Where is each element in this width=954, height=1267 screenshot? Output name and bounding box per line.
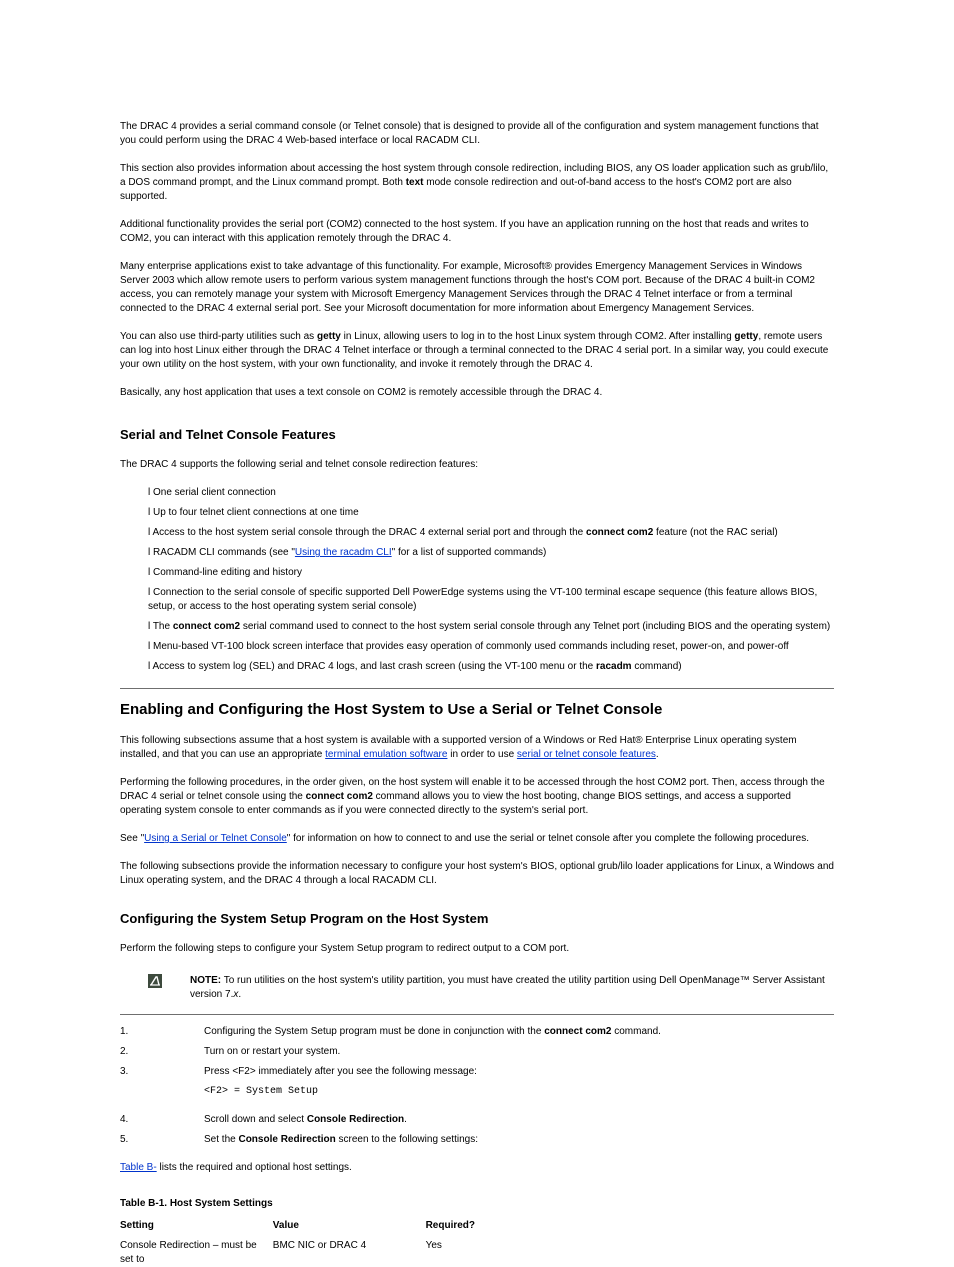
table-cell: BMC NIC or DRAC 4 [273,1239,423,1253]
intro-paragraph-4: Many enterprise applications exist to ta… [120,260,834,316]
table-caption: Table B-1. Host System Settings [120,1197,834,1211]
enable-paragraph-3: See "Using a Serial or Telnet Console" f… [120,832,834,846]
link-racadm-cli[interactable]: Using the racadm CLI [295,547,392,558]
note-text: NOTE: To run utilities on the host syste… [190,974,834,1002]
table-cell: Yes [426,1239,442,1253]
link-console-features[interactable]: serial or telnet console features [517,749,656,760]
bios-heading: Configuring the System Setup Program on … [120,910,834,928]
intro-paragraph-5: You can also use third-party utilities s… [120,330,834,372]
step-code: <F2> = System Setup [204,1085,834,1099]
feature-item: l Command-line editing and history [148,566,834,580]
intro-paragraph-3: Additional functionality provides the se… [120,218,834,246]
intro-paragraph-6: Basically, any host application that use… [120,386,834,400]
link-terminal-software[interactable]: terminal emulation software [325,749,447,760]
feature-item: l Menu-based VT-100 block screen interfa… [148,640,834,654]
settings-sentence: Table B- lists the required and optional… [120,1161,834,1175]
step-item: 2.Turn on or restart your system. [120,1045,834,1059]
feature-item: l The connect com2 serial command used t… [148,620,834,634]
table-row: Console Redirection – must be set to BMC… [120,1239,834,1267]
bios-paragraph-1: Perform the following steps to configure… [120,942,834,956]
step-item: 5.Set the Console Redirection screen to … [120,1133,834,1147]
feature-item: l Access to system log (SEL) and DRAC 4 … [148,660,834,674]
features-lead: The DRAC 4 supports the following serial… [120,458,834,472]
table-header-required: Required? [426,1219,475,1233]
feature-item: l One serial client connection [148,486,834,500]
section-divider [120,688,834,689]
enable-paragraph-1: This following subsections assume that a… [120,734,834,762]
table-cell: Console Redirection – must be set to [120,1239,270,1267]
step-item: 1.Configuring the System Setup program m… [120,1025,834,1039]
table-header-row: Setting Value Required? [120,1219,834,1233]
feature-item: l Access to the host system serial conso… [148,526,834,540]
table-header-value: Value [273,1219,423,1233]
enable-paragraph-2: Performing the following procedures, in … [120,776,834,818]
enable-paragraph-4: The following subsections provide the in… [120,860,834,888]
table-header-setting: Setting [120,1219,270,1233]
enable-heading: Enabling and Configuring the Host System… [120,699,834,720]
note-block: NOTE: To run utilities on the host syste… [120,970,834,1015]
intro-paragraph-2: This section also provides information a… [120,162,834,204]
features-heading: Serial and Telnet Console Features [120,426,834,444]
step-item: 3.Press <F2> immediately after you see t… [120,1065,834,1079]
feature-item: l RACADM CLI commands (see "Using the ra… [148,546,834,560]
feature-item: l Connection to the serial console of sp… [148,586,834,614]
link-table-b[interactable]: Table B- [120,1162,157,1173]
intro-paragraph-1: The DRAC 4 provides a serial command con… [120,120,834,148]
step-item: 4.Scroll down and select Console Redirec… [120,1113,834,1127]
feature-item: l Up to four telnet client connections a… [148,506,834,520]
link-using-console[interactable]: Using a Serial or Telnet Console [144,833,287,844]
note-icon [148,974,162,988]
